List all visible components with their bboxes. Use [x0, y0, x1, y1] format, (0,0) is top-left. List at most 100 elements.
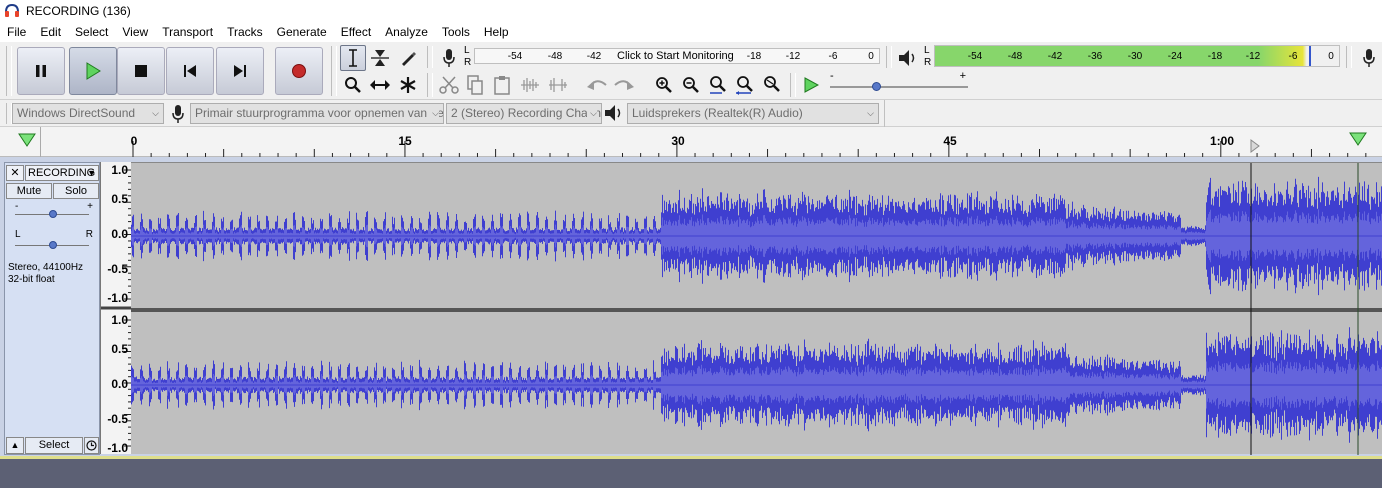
- fit-selection-button[interactable]: [705, 72, 731, 98]
- recording-channels-select[interactable]: 2 (Stereo) Recording Channels ⌵: [446, 103, 602, 124]
- paste-button[interactable]: [489, 72, 515, 98]
- menu-analyze[interactable]: Analyze: [378, 22, 435, 42]
- play-meter-tick: -54: [967, 51, 983, 62]
- menu-effect[interactable]: Effect: [334, 22, 378, 42]
- play-meter-grip[interactable]: [886, 46, 892, 68]
- zoom-in-button[interactable]: [651, 72, 677, 98]
- menu-generate[interactable]: Generate: [270, 22, 334, 42]
- collapse-track-button[interactable]: ▲: [6, 437, 24, 454]
- transport-toolbar-grip[interactable]: [6, 46, 12, 96]
- close-track-button[interactable]: ✕: [6, 165, 24, 181]
- tools-toolbar-grip[interactable]: [331, 46, 337, 96]
- track-format: Stereo, 44100Hz: [8, 262, 84, 273]
- record-meter-tick: -48: [547, 51, 563, 62]
- mute-label: Mute: [16, 185, 42, 197]
- play-meter-button[interactable]: [895, 45, 921, 71]
- track-control-panel[interactable]: ✕ RECORDING ▼ Mute Solo - + L R Stereo, …: [4, 162, 100, 455]
- zoom-toggle-button[interactable]: [759, 72, 785, 98]
- play-meter-tick: 0: [1328, 51, 1334, 62]
- envelope-tool-button[interactable]: [367, 45, 393, 71]
- play-at-speed-grip[interactable]: [790, 73, 796, 97]
- timeline-label: 1:00: [1209, 134, 1235, 148]
- solo-button[interactable]: Solo: [53, 183, 99, 199]
- gain-minus-label: -: [15, 201, 19, 212]
- playback-device-select[interactable]: Luidsprekers (Realtek(R) Audio) ⌵: [627, 103, 879, 124]
- microphone-icon: [172, 105, 184, 123]
- zoom-toggle-icon: [764, 76, 780, 92]
- menu-edit[interactable]: Edit: [33, 22, 68, 42]
- multi-tool-button[interactable]: [395, 72, 421, 98]
- redo-icon: [614, 80, 634, 90]
- play-head-icon[interactable]: [1250, 139, 1260, 153]
- timeline-label: 45: [943, 134, 957, 148]
- gain-slider[interactable]: - +: [9, 201, 95, 221]
- menu-view[interactable]: View: [115, 22, 155, 42]
- track-area: ✕ RECORDING ▼ Mute Solo - + L R Stereo, …: [0, 157, 1382, 459]
- recording-volume-button[interactable]: [1356, 45, 1382, 71]
- stereo-waveform[interactable]: [131, 163, 1382, 455]
- menu-tracks[interactable]: Tracks: [220, 22, 270, 42]
- play-meter-channels: L R: [924, 45, 931, 69]
- envelope-icon: [371, 50, 389, 66]
- skip-to-start-button[interactable]: [166, 47, 214, 95]
- pause-button[interactable]: [17, 47, 65, 95]
- draw-tool-button[interactable]: [395, 45, 421, 71]
- silence-audio-button[interactable]: [545, 72, 571, 98]
- vertical-ruler[interactable]: 1.0 0.5 0.0 -0.5 -1.0 1.0 0.5 0.0 -0.5 -…: [100, 162, 132, 455]
- record-icon: [292, 64, 306, 78]
- mixer-grip[interactable]: [1346, 46, 1352, 68]
- menu-help[interactable]: Help: [477, 22, 516, 42]
- record-button[interactable]: [275, 47, 323, 95]
- zoom-out-button[interactable]: [678, 72, 704, 98]
- fit-project-button[interactable]: [732, 72, 758, 98]
- select-track-button[interactable]: Select: [25, 437, 83, 454]
- timeline-ruler[interactable]: 0 15 30 45 1:00: [0, 127, 1382, 157]
- select-label: Select: [38, 439, 70, 451]
- record-meter-tick: -12: [785, 51, 801, 62]
- time-shift-tool-button[interactable]: [367, 72, 393, 98]
- pan-left-label: L: [15, 229, 21, 240]
- record-meter-button[interactable]: [436, 45, 462, 71]
- menu-file[interactable]: File: [0, 22, 33, 42]
- empty-project-area[interactable]: [0, 459, 1382, 488]
- clipboard-icon: [494, 76, 510, 95]
- pin-marker-icon[interactable]: [1349, 132, 1367, 146]
- solo-label: Solo: [64, 185, 88, 197]
- pan-slider[interactable]: L R: [9, 229, 95, 251]
- selection-tool-button[interactable]: [340, 45, 366, 71]
- audio-host-select[interactable]: Windows DirectSound ⌵: [12, 103, 164, 124]
- copy-icon: [467, 75, 483, 95]
- skip-to-end-button[interactable]: [216, 47, 264, 95]
- trim-audio-button[interactable]: [517, 72, 543, 98]
- zoom-tool-button[interactable]: [340, 72, 366, 98]
- menu-select[interactable]: Select: [68, 22, 115, 42]
- start-monitoring-prompt[interactable]: Click to Start Monitoring: [617, 50, 734, 62]
- waveform-area[interactable]: [131, 162, 1382, 455]
- redo-button[interactable]: [611, 72, 637, 98]
- play-meter-bar[interactable]: -54 -48 -42 -36 -30 -24 -18 -12 -6 0: [934, 45, 1340, 67]
- stop-button[interactable]: [117, 47, 165, 95]
- chevron-down-icon: ▼: [87, 168, 96, 178]
- timeline-label: 15: [398, 134, 412, 148]
- zoom-in-icon: [656, 77, 672, 93]
- menu-transport[interactable]: Transport: [155, 22, 220, 42]
- pan-slider-thumb[interactable]: [49, 241, 57, 249]
- playback-speed-slider[interactable]: - +: [830, 70, 970, 96]
- copy-button[interactable]: [462, 72, 488, 98]
- stop-icon: [135, 65, 147, 77]
- track-sync-button[interactable]: [84, 437, 99, 454]
- record-meter-grip[interactable]: [427, 46, 433, 68]
- speed-slider-thumb[interactable]: [872, 82, 881, 91]
- track-menu-button[interactable]: RECORDING ▼: [25, 165, 99, 181]
- play-at-speed-button[interactable]: [798, 72, 824, 98]
- undo-button[interactable]: [584, 72, 610, 98]
- menu-tools[interactable]: Tools: [435, 22, 477, 42]
- record-meter-bar[interactable]: -54 -48 -42 Click to Start Monitoring -1…: [474, 48, 880, 64]
- gain-slider-thumb[interactable]: [49, 210, 57, 218]
- mute-button[interactable]: Mute: [6, 183, 52, 199]
- fit-project-icon: [736, 76, 753, 95]
- play-button[interactable]: [69, 47, 117, 95]
- recording-device-select[interactable]: Primair stuurprogramma voor opnemen van …: [190, 103, 444, 124]
- cut-button[interactable]: [436, 72, 462, 98]
- edit-toolbar-grip[interactable]: [427, 73, 433, 97]
